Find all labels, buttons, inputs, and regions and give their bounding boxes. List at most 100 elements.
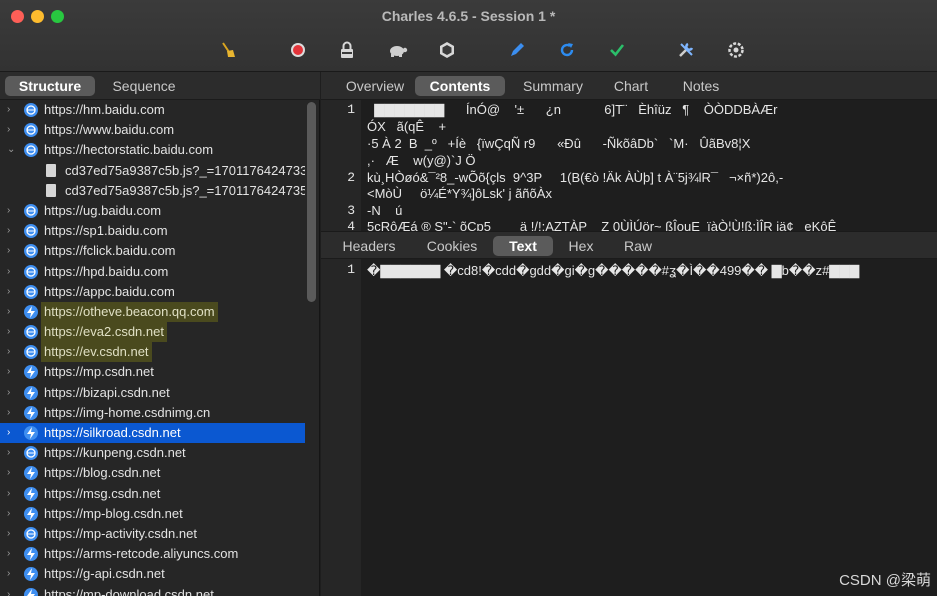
tree-scrollbar[interactable]	[307, 102, 316, 302]
tree-host-row[interactable]: › https://arms-retcode.aliyuncs.com	[0, 544, 305, 564]
tab-overview[interactable]: Overview	[333, 76, 417, 96]
tree-host-row[interactable]: › https://eva2.csdn.net	[0, 322, 305, 343]
tab-notes[interactable]: Notes	[673, 76, 729, 96]
tree-host-row[interactable]: › https://otheve.beacon.qq.com	[0, 301, 305, 322]
tab-raw[interactable]: Raw	[615, 236, 661, 256]
lightning-icon	[24, 506, 38, 521]
clear-session-button[interactable]	[215, 38, 241, 62]
repeat-icon	[560, 43, 574, 57]
chevron-right-icon[interactable]: ›	[7, 484, 17, 504]
tree-host-row[interactable]: › https://sp1.baidu.com	[0, 221, 305, 241]
tree-host-row[interactable]: ⌄ https://hectorstatic.baidu.com	[0, 140, 305, 160]
detail-tabs: Overview Contents Summary Chart Notes	[321, 72, 937, 100]
repeat-button[interactable]	[554, 38, 580, 62]
tree-host-row[interactable]: › https://www.baidu.com	[0, 120, 305, 140]
tab-text[interactable]: Text	[493, 236, 553, 256]
tree-host-row[interactable]: › https://img-home.csdnimg.cn	[0, 403, 305, 423]
tree-host-row[interactable]: › https://hm.baidu.com	[0, 100, 305, 120]
chevron-right-icon[interactable]: ›	[7, 100, 17, 120]
globe-lock-icon	[24, 526, 38, 541]
response-tabs: Headers Cookies Text Hex Raw	[321, 231, 937, 259]
code-line: ÓX ã(qÊ +	[367, 119, 447, 134]
tab-contents[interactable]: Contents	[415, 76, 505, 96]
tree-host-row[interactable]: › https://kunpeng.csdn.net	[0, 443, 305, 463]
response-body-viewer[interactable]: 1 �▇▇▇▇▇▇ �cd8!�cdd�gdd�gi�g�����#ʓ�Ì��4…	[321, 259, 937, 596]
globe-lock-icon	[24, 284, 38, 299]
tab-summary[interactable]: Summary	[514, 76, 592, 96]
tree-host-row[interactable]: › https://blog.csdn.net	[0, 463, 305, 483]
code-line: ▇▇▇▇▇▇▇ ÍnÓ@ '± ¿n 6]T¨ Èhîüz ¶ ÒÒDDBÀÆr	[367, 102, 778, 117]
tab-headers[interactable]: Headers	[331, 236, 407, 256]
tree-host-row[interactable]: › https://msg.csdn.net	[0, 484, 305, 504]
tree-host-row[interactable]: › https://appc.baidu.com	[0, 282, 305, 302]
chevron-right-icon[interactable]: ›	[7, 564, 17, 584]
lightning-icon	[24, 466, 38, 481]
tree-host-row[interactable]: › https://g-api.csdn.net	[0, 564, 305, 584]
lock-icon	[341, 41, 353, 58]
breakpoints-button[interactable]	[434, 38, 460, 62]
chevron-right-icon[interactable]: ›	[7, 302, 17, 322]
chevron-right-icon[interactable]: ›	[7, 524, 17, 544]
record-button[interactable]	[285, 38, 311, 62]
chevron-right-icon[interactable]: ›	[7, 342, 17, 362]
tree-host-row[interactable]: › https://ev.csdn.net	[0, 342, 305, 363]
chevron-right-icon[interactable]: ›	[7, 282, 17, 302]
tree-host-row[interactable]: › https://bizapi.csdn.net	[0, 383, 305, 403]
tree-host-row[interactable]: › https://silkroad.csdn.net	[0, 423, 305, 444]
chevron-right-icon[interactable]: ›	[7, 463, 17, 483]
tools-button[interactable]	[673, 38, 699, 62]
tree-child-request[interactable]: cd37ed75a9387c5b.js?_=1701176424733	[0, 161, 305, 181]
globe-lock-icon	[24, 103, 38, 117]
chevron-down-icon[interactable]: ⌄	[7, 140, 17, 160]
settings-gear-icon	[728, 42, 744, 58]
host-label: https://mp-activity.csdn.net	[44, 525, 197, 541]
validate-button[interactable]	[604, 38, 630, 62]
tab-cookies[interactable]: Cookies	[417, 236, 487, 256]
lightning-icon	[24, 385, 38, 400]
tree-child-request[interactable]: cd37ed75a9387c5b.js?_=1701176424735	[0, 181, 305, 201]
chevron-right-icon[interactable]: ›	[7, 262, 17, 282]
ssl-proxying-button[interactable]	[334, 38, 360, 62]
chevron-right-icon[interactable]: ›	[7, 544, 17, 564]
chevron-right-icon[interactable]: ›	[7, 322, 17, 342]
chevron-right-icon[interactable]: ›	[7, 504, 17, 524]
chevron-right-icon[interactable]: ›	[7, 383, 17, 403]
tab-hex[interactable]: Hex	[559, 236, 603, 256]
line-number-gutter: 1	[321, 259, 361, 596]
request-body-viewer[interactable]: 1 2 3 4 ▇▇▇▇▇▇▇ ÍnÓ@ '± ¿n 6]T¨ Èhîüz ¶ …	[321, 100, 937, 231]
line-number: 4	[347, 219, 355, 231]
host-label: https://kunpeng.csdn.net	[44, 445, 186, 461]
tree-host-row[interactable]: › https://mp-activity.csdn.net	[0, 524, 305, 544]
throttling-button[interactable]	[384, 38, 410, 62]
chevron-right-icon[interactable]: ›	[7, 443, 17, 463]
chevron-right-icon[interactable]: ›	[7, 362, 17, 382]
tree-host-row[interactable]: › https://mp-download.csdn.net	[0, 585, 305, 596]
tree-host-row[interactable]: › https://fclick.baidu.com	[0, 241, 305, 261]
host-label: https://g-api.csdn.net	[44, 566, 165, 582]
chevron-right-icon[interactable]: ›	[7, 403, 17, 423]
chevron-right-icon[interactable]: ›	[7, 201, 17, 221]
chevron-right-icon[interactable]: ›	[7, 423, 17, 443]
host-label: https://arms-retcode.aliyuncs.com	[44, 546, 239, 562]
chevron-right-icon[interactable]: ›	[7, 585, 17, 596]
tab-chart[interactable]: Chart	[605, 76, 657, 96]
host-label: https://mp.csdn.net	[44, 364, 154, 380]
chevron-right-icon[interactable]: ›	[7, 221, 17, 241]
throttle-turtle-icon	[390, 46, 408, 57]
globe-lock-icon	[24, 345, 38, 360]
tree-host-row[interactable]: › https://ug.baidu.com	[0, 201, 305, 221]
host-label: https://sp1.baidu.com	[44, 223, 168, 239]
compose-button[interactable]	[504, 38, 530, 62]
host-label: https://appc.baidu.com	[44, 283, 175, 299]
settings-button[interactable]	[723, 38, 749, 62]
chevron-right-icon[interactable]: ›	[7, 241, 17, 261]
chevron-right-icon[interactable]: ›	[7, 120, 17, 140]
sequence-tab[interactable]: Sequence	[100, 76, 188, 96]
tree-host-row[interactable]: › https://hpd.baidu.com	[0, 262, 305, 282]
watermark: CSDN @梁萌	[839, 572, 931, 589]
structure-tab[interactable]: Structure	[5, 76, 95, 96]
globe-lock-icon	[24, 264, 38, 279]
tree-host-row[interactable]: › https://mp-blog.csdn.net	[0, 504, 305, 524]
tree-host-row[interactable]: › https://mp.csdn.net	[0, 362, 305, 382]
line-number: 1	[347, 262, 355, 277]
